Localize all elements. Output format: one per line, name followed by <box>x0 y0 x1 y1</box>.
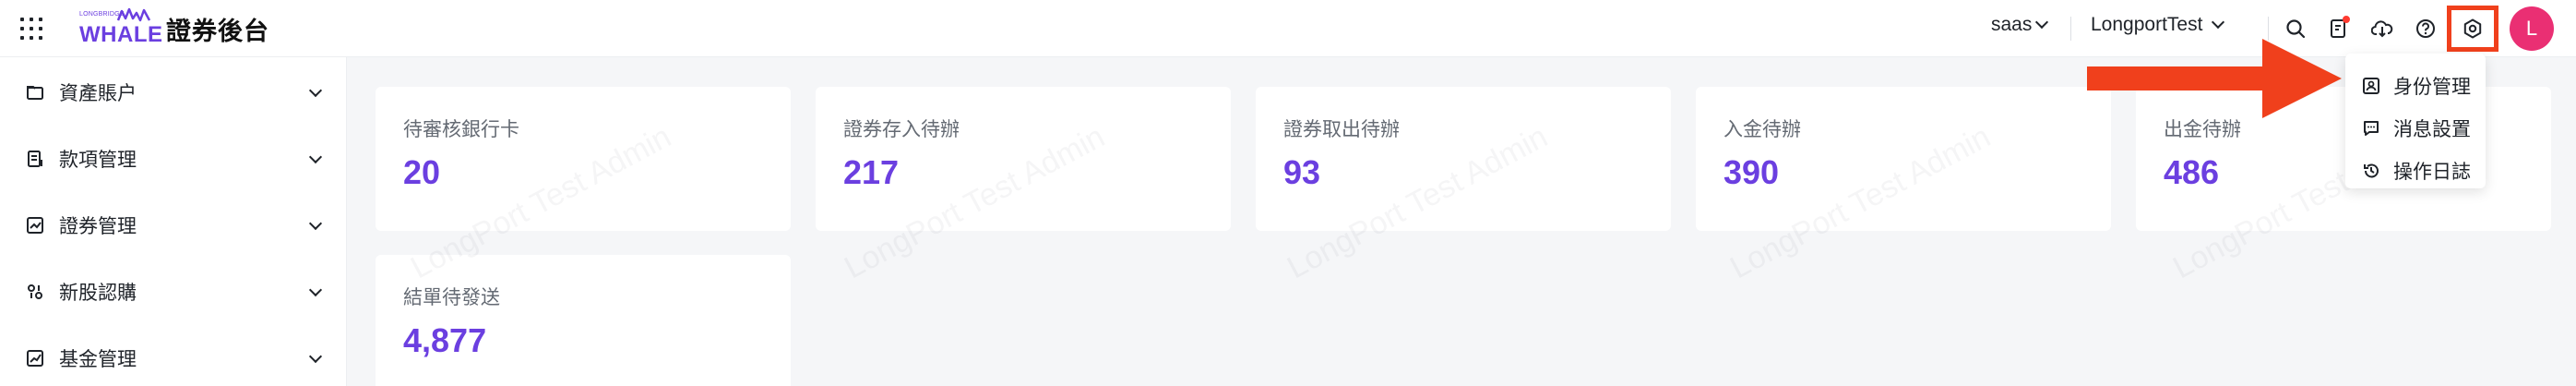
stat-card-label: 證券存入待辦 <box>843 119 960 140</box>
organization-select-value: LongportTest <box>2091 14 2203 35</box>
stat-card-label: 證券取出待辦 <box>1283 119 1400 140</box>
stat-card-value: 93 <box>1283 153 1321 191</box>
folder-icon <box>26 83 44 102</box>
sidebar-item-fund-management[interactable]: 基金管理 <box>0 332 347 384</box>
header-divider <box>2070 17 2071 41</box>
sidebar-item-label: 資產賬户 <box>59 83 137 104</box>
environment-select[interactable]: saas <box>1991 14 2049 36</box>
user-avatar[interactable]: L <box>2510 6 2554 51</box>
ledger-icon <box>26 150 44 168</box>
chevron-down-icon <box>308 283 323 296</box>
organization-select[interactable]: LongportTest <box>2091 14 2225 36</box>
download-icon[interactable] <box>2367 14 2397 43</box>
id-card-icon <box>2362 77 2380 95</box>
chevron-down-icon <box>308 349 323 363</box>
sidebar-item-label: 新股認購 <box>59 283 137 304</box>
logo-text: WHALE <box>79 22 163 47</box>
logo-mark-icon <box>116 7 151 22</box>
fund-chart-icon <box>26 349 44 368</box>
settings-dropdown-menu: 身份管理 消息設置 操作日誌 <box>2345 54 2486 188</box>
chevron-down-icon <box>308 216 323 230</box>
stat-card-label: 入金待辦 <box>1723 119 1801 140</box>
stat-card-value: 20 <box>403 153 441 191</box>
apps-grid-icon[interactable] <box>18 16 44 42</box>
sidebar: 資產賬户 款項管理 證券管理 新股認購 基金管理 <box>0 57 347 386</box>
notification-dot <box>2343 16 2350 23</box>
stat-card-value: 390 <box>1723 153 1780 191</box>
menu-item-label: 消息設置 <box>2393 119 2471 140</box>
sidebar-item-securities[interactable]: 證券管理 <box>0 199 347 251</box>
ipo-icon <box>26 283 44 301</box>
history-icon <box>2362 162 2380 180</box>
sidebar-item-label: 基金管理 <box>59 349 137 370</box>
stat-card-value: 4,877 <box>403 321 487 359</box>
sidebar-item-label: 款項管理 <box>59 150 137 171</box>
app-title: 證券後台 <box>166 18 269 45</box>
red-arrow-annotation <box>2087 39 2342 118</box>
chart-icon <box>26 216 44 235</box>
stat-card-value: 217 <box>843 153 900 191</box>
menu-item-operation-log[interactable]: 操作日誌 <box>2345 150 2486 192</box>
stat-card-value: 486 <box>2164 153 2220 191</box>
sidebar-item-label: 證券管理 <box>59 216 137 237</box>
menu-item-label: 操作日誌 <box>2393 162 2471 183</box>
stat-card-statements-pending[interactable]: 結單待發送 4,877 <box>376 255 791 386</box>
chevron-down-icon <box>2035 15 2049 30</box>
stat-card-securities-deposit[interactable]: 證券存入待辦 217 <box>816 87 1231 231</box>
menu-item-message-settings[interactable]: 消息設置 <box>2345 107 2486 150</box>
chevron-down-icon <box>308 150 323 163</box>
help-icon[interactable] <box>2411 14 2440 43</box>
sidebar-item-funds[interactable]: 款項管理 <box>0 133 347 185</box>
settings-icon[interactable] <box>2458 14 2487 43</box>
brand-logo[interactable]: LONGBRIDGE WHALE <box>79 7 162 48</box>
stat-card-bank-card-review[interactable]: 待審核銀行卡 20 <box>376 87 791 231</box>
chevron-down-icon <box>2212 15 2225 30</box>
stat-card-securities-withdrawal[interactable]: 證券取出待辦 93 <box>1256 87 1671 231</box>
stat-card-label: 結單待發送 <box>403 287 500 308</box>
stat-card-cash-in[interactable]: 入金待辦 390 <box>1696 87 2111 231</box>
chevron-down-icon <box>308 83 323 97</box>
environment-select-value: saas <box>1991 14 2033 35</box>
message-icon <box>2362 119 2380 138</box>
sidebar-item-ipo[interactable]: 新股認購 <box>0 266 347 318</box>
stat-card-label: 待審核銀行卡 <box>403 119 519 140</box>
menu-item-identity-management[interactable]: 身份管理 <box>2345 65 2486 107</box>
menu-item-label: 身份管理 <box>2393 77 2471 98</box>
sidebar-item-assets[interactable]: 資產賬户 <box>0 66 347 118</box>
